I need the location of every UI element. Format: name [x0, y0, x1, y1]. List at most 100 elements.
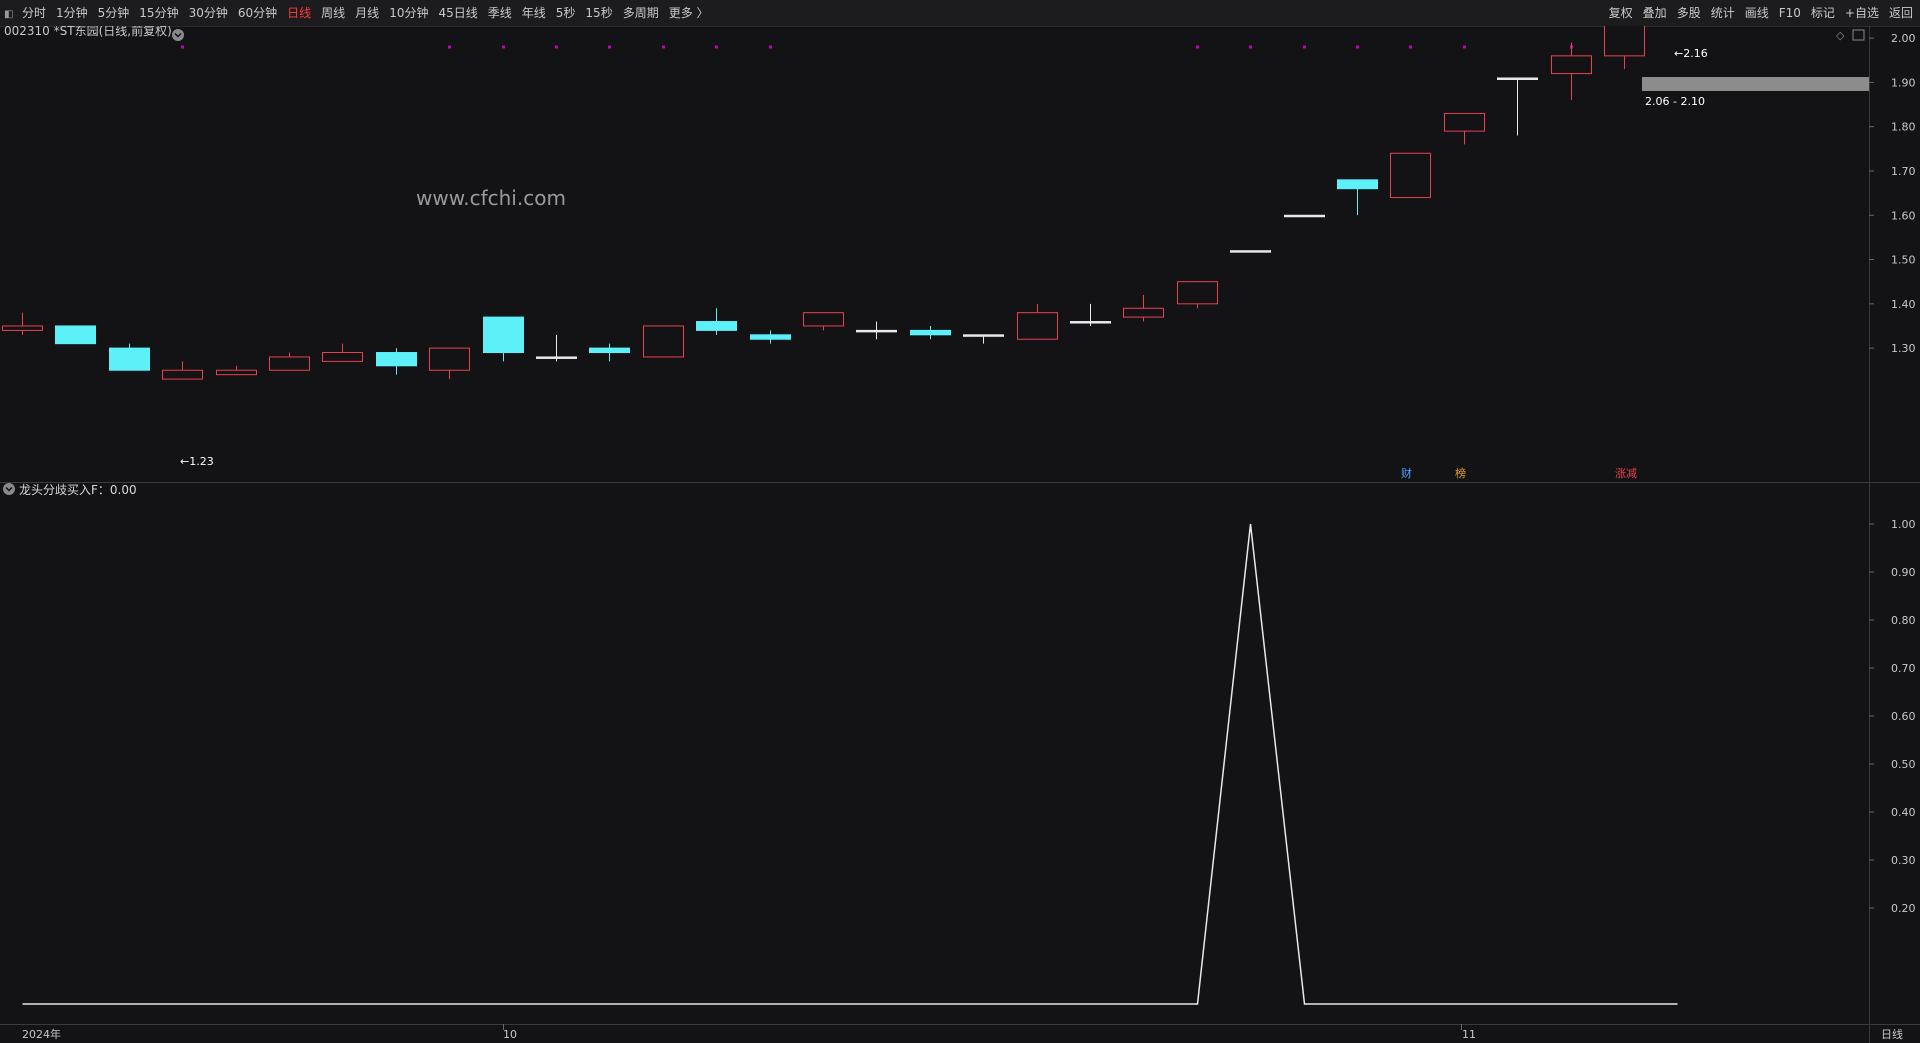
toolbar-tool-button[interactable]: F10: [1774, 0, 1806, 26]
candle: [1551, 42, 1592, 101]
indicator-tick-label: 1.00: [1891, 518, 1916, 531]
period-tab[interactable]: 15秒: [585, 0, 612, 26]
candle: [1123, 294, 1164, 322]
candle-body: [963, 334, 1004, 337]
signal-dot: [448, 45, 451, 49]
event-badge-finance[interactable]: 财: [1401, 466, 1412, 480]
event-badge-list[interactable]: 榜: [1455, 466, 1466, 480]
x-label-year: 2024年: [22, 1027, 61, 1041]
indicator-tick-label: 0.30: [1891, 854, 1916, 867]
period-tab[interactable]: 10分钟: [389, 0, 428, 26]
signal-dot: [1249, 45, 1252, 49]
candle: [109, 343, 150, 371]
period-tab[interactable]: 更多 〉: [669, 0, 709, 26]
period-tab[interactable]: 5秒: [556, 0, 576, 26]
period-tab[interactable]: 季线: [488, 0, 512, 26]
candle-body: [483, 316, 524, 354]
candle-body: [162, 369, 203, 380]
period-tab[interactable]: 分时: [22, 0, 46, 26]
event-badge-reduce[interactable]: 涨减: [1615, 467, 1637, 480]
period-tab[interactable]: 年线: [522, 0, 546, 26]
candle: [2, 312, 43, 335]
candle: [1070, 303, 1111, 326]
indicator-tick-label: 0.80: [1891, 614, 1916, 627]
diamond-icon[interactable]: ◇: [1836, 29, 1845, 42]
period-tab[interactable]: 60分钟: [238, 0, 277, 26]
toolbar-tool-button[interactable]: 统计: [1706, 0, 1740, 26]
candle: [856, 321, 897, 340]
candle-body: [1230, 250, 1271, 253]
period-tab[interactable]: 5分钟: [98, 0, 130, 26]
toolbar-tool-button[interactable]: 叠加: [1638, 0, 1672, 26]
candlestick-series: [2, 26, 1645, 380]
candle-body: [1177, 281, 1218, 305]
candle-body: [1070, 321, 1111, 324]
candle-body: [696, 321, 737, 331]
candle: [1444, 112, 1485, 145]
high-price-marker: ←2.16: [1674, 47, 1708, 60]
indicator-tick-label: 0.50: [1891, 758, 1916, 771]
price-tick-label: 1.60: [1891, 209, 1916, 222]
signal-dot: [715, 45, 718, 49]
candle: [1230, 250, 1271, 253]
indicator-axis: 1.00 0.90 0.80 0.70 0.60 0.50 0.40 0.30 0.20: [1869, 518, 1916, 915]
price-axis: 2.102.001.901.801.701.601.501.401.30: [1869, 32, 1916, 355]
candle: [322, 343, 363, 362]
signal-dot: [1463, 45, 1466, 49]
candle-body: [376, 352, 417, 367]
signal-dot: [555, 45, 558, 49]
signal-dot: [608, 45, 611, 49]
toolbar-tool-button[interactable]: 标记: [1806, 0, 1840, 26]
candle: [963, 334, 1004, 344]
panel-toggle-icon[interactable]: ◧: [4, 2, 16, 28]
candle-body: [55, 325, 96, 345]
period-tab[interactable]: 周线: [321, 0, 345, 26]
candle: [376, 348, 417, 375]
price-tick-label: 1.90: [1891, 76, 1916, 89]
period-tab[interactable]: 多周期: [623, 0, 659, 26]
candle: [803, 312, 844, 331]
signal-dot: [502, 45, 505, 49]
candle: [750, 330, 791, 344]
indicator-tick-label: 0.90: [1891, 566, 1916, 579]
candle: [1604, 26, 1645, 70]
period-tab[interactable]: 45日线: [438, 0, 477, 26]
period-tab[interactable]: 15分钟: [139, 0, 178, 26]
candle-body: [1284, 214, 1325, 218]
low-price-marker: ←1.23: [180, 455, 214, 468]
candle-body: [1123, 307, 1164, 318]
candle-body: [1551, 55, 1592, 75]
x-label-nov: 11: [1462, 1028, 1476, 1041]
signal-dot: [769, 45, 772, 49]
toolbar-tool-button[interactable]: 多股: [1672, 0, 1706, 26]
signal-dot: [1409, 45, 1412, 49]
candle: [483, 316, 524, 362]
settings-dropdown-icon[interactable]: [172, 29, 184, 41]
candle-body: [1497, 77, 1538, 80]
candle-body: [803, 312, 844, 327]
period-tab[interactable]: 日线: [287, 0, 311, 26]
stock-label: 002310 *ST东园(日线,前复权): [4, 26, 172, 38]
toolbar-tool-button[interactable]: +自选: [1840, 0, 1884, 26]
indicator-line: [22, 523, 1678, 1005]
toolbar-tool-button[interactable]: 复权: [1604, 0, 1638, 26]
indicator-label: 龙头分歧买入F：0.00: [19, 483, 137, 497]
candle: [269, 352, 310, 371]
indicator-dropdown-icon[interactable]: [3, 483, 15, 495]
watermark: www.cfchi.com: [416, 186, 566, 210]
price-tick-label: 1.50: [1891, 254, 1916, 267]
signal-dot: [181, 45, 184, 49]
signal-markers: [181, 45, 1626, 49]
candle: [1337, 179, 1378, 216]
candle: [1497, 77, 1538, 136]
window-icon[interactable]: [1852, 29, 1865, 41]
price-tick-label: 1.40: [1891, 298, 1916, 311]
candle: [696, 308, 737, 335]
toolbar-tool-button[interactable]: 画线: [1740, 0, 1774, 26]
period-tab[interactable]: 1分钟: [56, 0, 88, 26]
period-tab[interactable]: 30分钟: [189, 0, 228, 26]
candle-body: [429, 347, 470, 371]
toolbar-tool-button[interactable]: 返回: [1884, 0, 1918, 26]
period-tab[interactable]: 月线: [355, 0, 379, 26]
candle: [1177, 281, 1218, 309]
